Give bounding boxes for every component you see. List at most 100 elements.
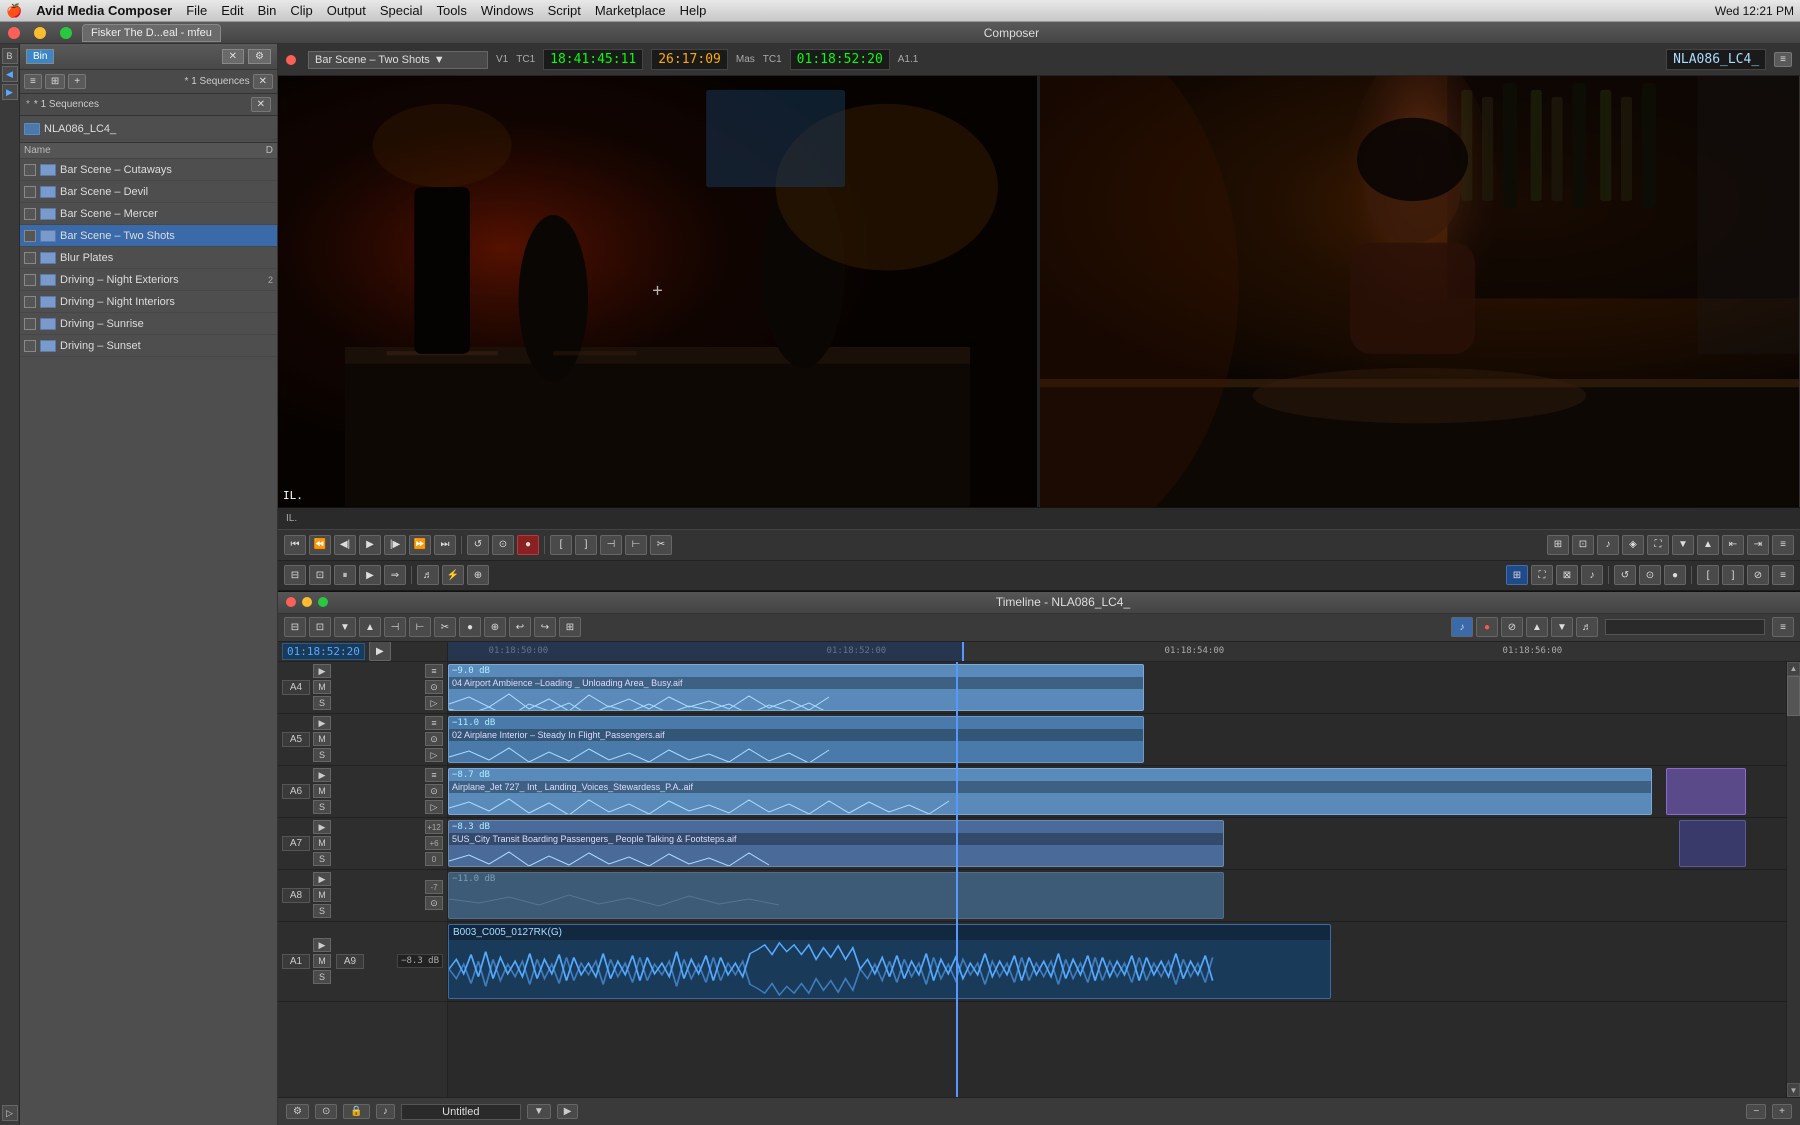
file-item-6[interactable]: Driving – Night Interiors	[20, 291, 277, 313]
menu-clip[interactable]: Clip	[290, 3, 312, 18]
track-a7-zero[interactable]: 0	[425, 852, 443, 866]
trans2-loop-btn[interactable]: ↺	[1614, 565, 1636, 585]
menu-btn-transport[interactable]: ≡	[1772, 535, 1794, 555]
tl-trim-btn[interactable]: ✂	[434, 617, 456, 637]
toggle-view-btn[interactable]: ⊠	[1556, 565, 1578, 585]
track-a4-solo[interactable]: S	[313, 696, 331, 710]
tracks-scrollbar[interactable]: ▲ ▼	[1786, 662, 1800, 1097]
bin-tab[interactable]: Bin	[26, 49, 54, 64]
track-a6-vol-ctrl[interactable]: ≡	[425, 768, 443, 782]
track-a7-mute[interactable]: M	[313, 836, 331, 850]
track-a4-pan-ctrl[interactable]: ⊙	[425, 680, 443, 694]
file-checkbox-6[interactable]	[24, 296, 36, 308]
track-a5-lock[interactable]: ▶	[313, 716, 331, 730]
track-a5-solo[interactable]: S	[313, 748, 331, 762]
file-item-0[interactable]: Bar Scene – Cutaways	[20, 159, 277, 181]
track-a9-mute[interactable]: M	[313, 954, 331, 968]
tl-vol-btn[interactable]: ♬	[1576, 617, 1598, 637]
track-label-a8[interactable]: A8	[282, 888, 310, 903]
menu-edit[interactable]: Edit	[221, 3, 243, 18]
bin-btn-list[interactable]: ≡	[24, 74, 42, 89]
file-checkbox-2[interactable]	[24, 208, 36, 220]
track-a8-gain[interactable]: -7	[425, 880, 443, 894]
win-close-button[interactable]	[8, 27, 20, 39]
audio-clip-a7[interactable]: −8.3 dB 5US_City Transit Boarding Passen…	[448, 820, 1224, 867]
menu-special[interactable]: Special	[380, 3, 423, 18]
track-label-a4[interactable]: A4	[282, 680, 310, 695]
file-item-4[interactable]: Blur Plates	[20, 247, 277, 269]
tl-audio-waveform-btn[interactable]: ♪	[1451, 617, 1473, 637]
sync-btn[interactable]: ⊡	[1572, 535, 1594, 555]
file-item-1[interactable]: Bar Scene – Devil	[20, 181, 277, 203]
tl-up-btn[interactable]: ▲	[359, 617, 381, 637]
audio-clip-a7-extra[interactable]	[1679, 820, 1746, 867]
record-monitor[interactable]	[1040, 76, 1800, 507]
audio-clip-a9[interactable]: B003_C005_0127RK(G)	[448, 924, 1331, 999]
audio-mixer-btn[interactable]: ♪	[1597, 535, 1619, 555]
trim-btn[interactable]: ✂	[650, 535, 672, 555]
tl-extract-btn[interactable]: ⊣	[384, 617, 406, 637]
match-frame-btn[interactable]: ⊞	[1547, 535, 1569, 555]
timeline-min-btn[interactable]	[302, 597, 312, 607]
audio-clip-a6-extra[interactable]	[1666, 768, 1746, 815]
tracks-scroll-area[interactable]: −9.0 dB 04 Airport Ambience –Loading _ U…	[448, 662, 1786, 1097]
track-a6-pan-ctrl[interactable]: ⊙	[425, 784, 443, 798]
menu-output[interactable]: Output	[327, 3, 366, 18]
trans2-jog-btn[interactable]: ⊙	[1639, 565, 1661, 585]
track-a4-lock[interactable]: ▶	[313, 664, 331, 678]
audio-clip-a8[interactable]: −11.0 dB	[448, 872, 1224, 919]
timeline-max-btn[interactable]	[318, 597, 328, 607]
go-out-btn[interactable]: ⊢	[625, 535, 647, 555]
extract-btn[interactable]: ⇤	[1722, 535, 1744, 555]
trans2-menu-btn[interactable]: ≡	[1772, 565, 1794, 585]
menu-script[interactable]: Script	[548, 3, 581, 18]
vtoolbar-btn-2[interactable]: ◀	[2, 66, 18, 82]
track-a5-pan-ctrl[interactable]: ⊙	[425, 732, 443, 746]
step-fwd-btn[interactable]: |▶	[384, 535, 406, 555]
menu-help[interactable]: Help	[680, 3, 707, 18]
mark-in-btn[interactable]: [	[550, 535, 572, 555]
track-label-a5[interactable]: A5	[282, 732, 310, 747]
track-a6-solo[interactable]: S	[313, 800, 331, 814]
bin-settings-btn[interactable]: ⚙	[248, 49, 271, 64]
trans2-mark-out-btn[interactable]: ]	[1722, 565, 1744, 585]
file-checkbox-1[interactable]	[24, 186, 36, 198]
lift-btn[interactable]: ⇥	[1747, 535, 1769, 555]
speed-btn[interactable]: ⚡	[442, 565, 464, 585]
track-a5-vol-ctrl[interactable]: ≡	[425, 716, 443, 730]
video-quality-btn[interactable]: ◈	[1622, 535, 1644, 555]
trans2-mark-in-btn[interactable]: [	[1697, 565, 1719, 585]
composer-close-btn[interactable]	[286, 55, 296, 65]
track-a7-lock[interactable]: ▶	[313, 820, 331, 834]
tl-overwrite-btn[interactable]: ●	[459, 617, 481, 637]
tl-redo-btn[interactable]: ↪	[534, 617, 556, 637]
bottom-fwd-btn[interactable]: ▶	[557, 1104, 579, 1119]
go-to-start-btn[interactable]: ⏮	[284, 535, 306, 555]
fast-rewind-btn[interactable]: ⏪	[309, 535, 331, 555]
file-item-5[interactable]: Driving – Night Exteriors 2	[20, 269, 277, 291]
play-loop-btn[interactable]: ↺	[467, 535, 489, 555]
apple-menu[interactable]: 🍎	[6, 3, 22, 19]
track-label-a6[interactable]: A6	[282, 784, 310, 799]
jog-btn[interactable]: ⊙	[492, 535, 514, 555]
bottom-settings-btn[interactable]: ⚙	[286, 1104, 309, 1119]
go-in-btn[interactable]: ⊣	[600, 535, 622, 555]
track-a7-gain[interactable]: +12	[425, 820, 443, 834]
track-a8-solo[interactable]: S	[313, 904, 331, 918]
zoom-out-btn[interactable]: −	[1746, 1104, 1766, 1119]
file-checkbox-7[interactable]	[24, 318, 36, 330]
tl-add-btn[interactable]: ⊕	[484, 617, 506, 637]
step2-btn[interactable]: ⇒	[384, 565, 406, 585]
file-item-2[interactable]: Bar Scene – Mercer	[20, 203, 277, 225]
file-checkbox-0[interactable]	[24, 164, 36, 176]
dual-monitor-btn[interactable]: ⊞	[1506, 565, 1528, 585]
timeline-close-btn[interactable]	[286, 597, 296, 607]
bottom-arrow-btn[interactable]: ▼	[527, 1104, 551, 1119]
file-checkbox-5[interactable]	[24, 274, 36, 286]
track-a5-mute[interactable]: M	[313, 732, 331, 746]
track-a8-mute[interactable]: M	[313, 888, 331, 902]
menu-bin[interactable]: Bin	[258, 3, 277, 18]
vtoolbar-btn-1[interactable]: B	[2, 48, 18, 64]
win-maximize-button[interactable]	[60, 27, 72, 39]
track-label-a7[interactable]: A7	[282, 836, 310, 851]
